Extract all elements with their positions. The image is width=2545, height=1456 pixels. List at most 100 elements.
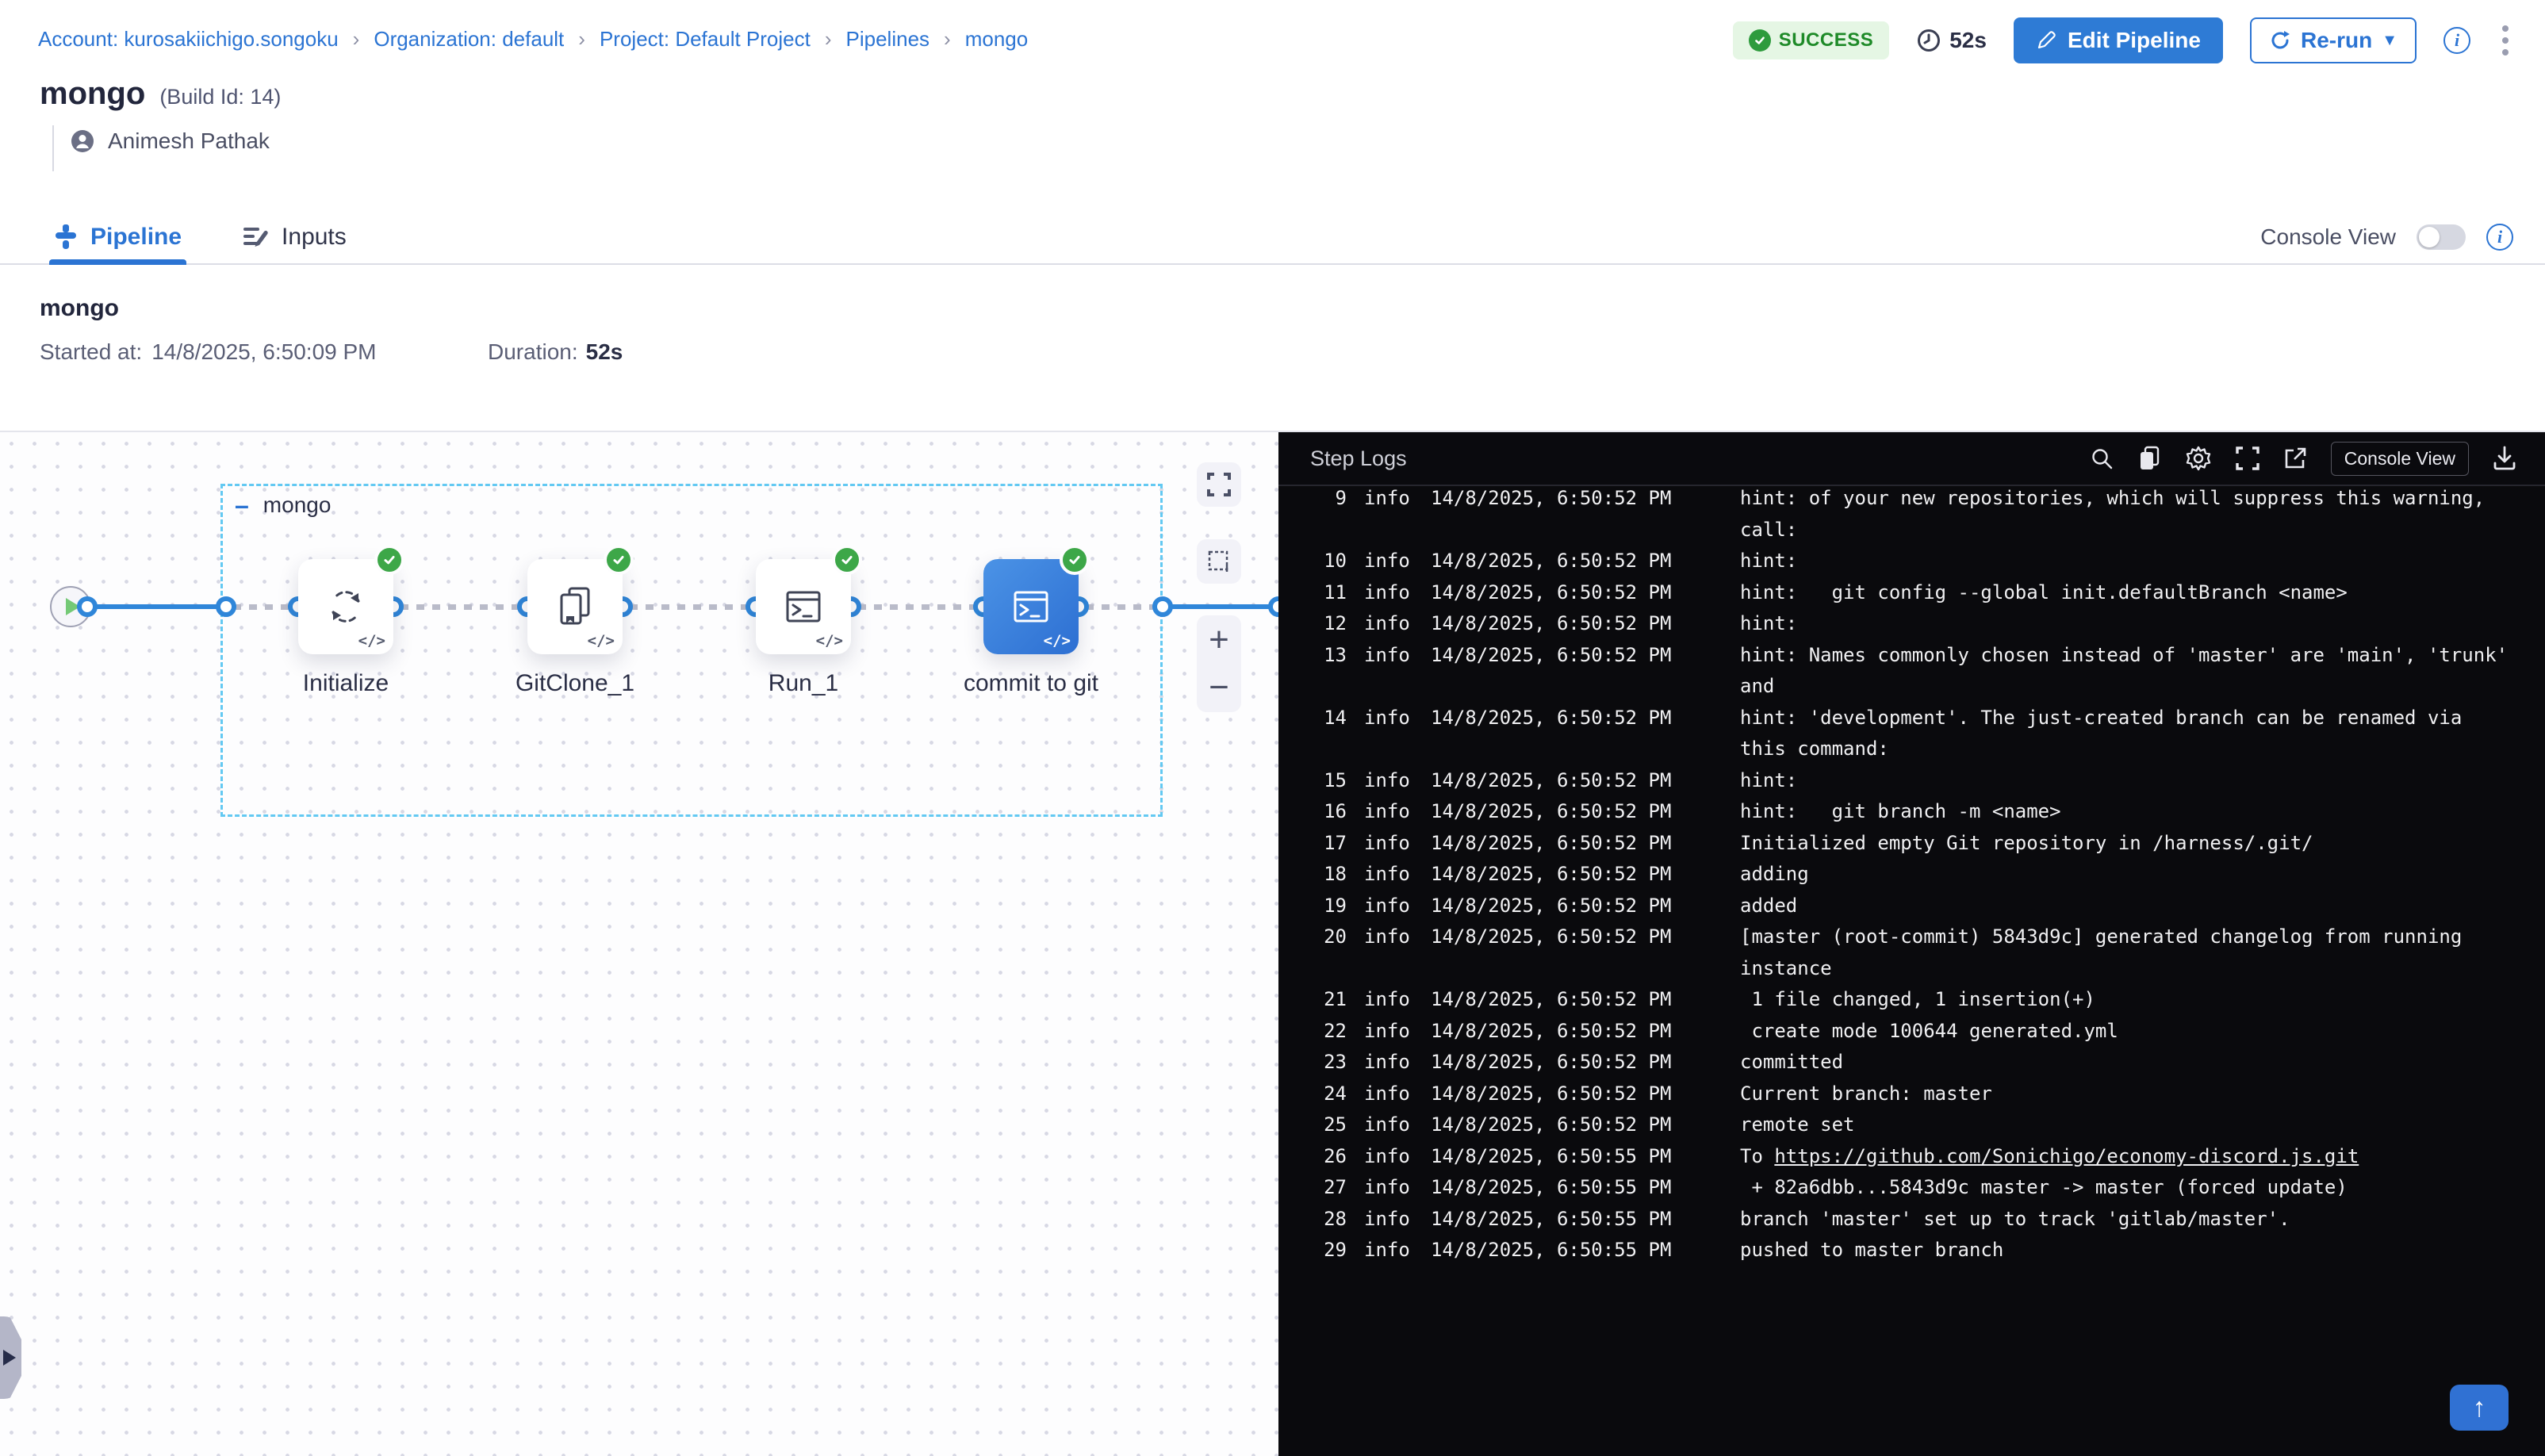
connector-line: [233, 604, 295, 610]
log-level: info: [1364, 796, 1413, 828]
page-header: Account: kurosakiichigo.songoku › Organi…: [0, 0, 2545, 210]
log-line-number: 16: [1315, 796, 1347, 828]
log-level: info: [1364, 577, 1413, 609]
breadcrumb-separator: ›: [944, 27, 951, 52]
zoom-out-button[interactable]: −: [1209, 676, 1229, 699]
log-message: hint: git branch -m <name>: [1724, 796, 2509, 828]
more-options-menu[interactable]: [2497, 21, 2513, 60]
log-message: 1 file changed, 1 insertion(+): [1724, 984, 2509, 1016]
tab-pipeline[interactable]: Pipeline: [49, 210, 186, 263]
log-row: 20 info 14/8/2025, 6:50:52 PM [master (r…: [1315, 921, 2545, 984]
download-logs-icon[interactable]: [2493, 446, 2516, 471]
connector-port[interactable]: [1268, 596, 1278, 617]
log-timestamp: 14/8/2025, 6:50:52 PM: [1431, 546, 1707, 577]
log-message: Current branch: master: [1724, 1079, 2509, 1110]
chevron-down-icon: ▼: [2382, 32, 2397, 50]
rerun-button[interactable]: Re-run ▼: [2250, 17, 2417, 63]
scroll-to-top-button[interactable]: ↑: [2450, 1385, 2509, 1431]
log-row: 26 info 14/8/2025, 6:50:55 PM To https:/…: [1315, 1141, 2545, 1173]
expand-logs-icon[interactable]: [2236, 446, 2259, 470]
connector-port[interactable]: [216, 596, 236, 617]
log-line-number: 27: [1315, 1172, 1347, 1204]
log-message: added: [1724, 891, 2509, 922]
tab-pipeline-label: Pipeline: [90, 224, 182, 251]
log-row: 17 info 14/8/2025, 6:50:52 PM Initialize…: [1315, 828, 2545, 860]
code-icon: </>: [358, 632, 385, 649]
log-row: 19 info 14/8/2025, 6:50:52 PM added: [1315, 891, 2545, 922]
console-view-info-icon[interactable]: i: [2486, 224, 2513, 251]
breadcrumb-organization[interactable]: Organization: default: [374, 27, 564, 52]
collapse-stage-icon[interactable]: –: [235, 497, 249, 513]
log-line-number: 19: [1315, 891, 1347, 922]
connector-port[interactable]: [77, 596, 98, 617]
started-at-label: Started at:: [40, 339, 142, 365]
stage-group-label[interactable]: – mongo: [235, 492, 331, 518]
zoom-in-button[interactable]: +: [1209, 628, 1229, 652]
log-row: 21 info 14/8/2025, 6:50:52 PM 1 file cha…: [1315, 984, 2545, 1016]
open-logs-external-icon[interactable]: [2283, 446, 2307, 470]
step-node-commit-to-git[interactable]: </>: [983, 559, 1079, 654]
connector-port[interactable]: [1152, 596, 1173, 617]
log-timestamp: 14/8/2025, 6:50:52 PM: [1431, 765, 1707, 797]
copy-logs-icon[interactable]: [2137, 446, 2161, 471]
expand-left-panel-handle[interactable]: [0, 1316, 21, 1399]
main-area: – mongo: [0, 431, 2545, 1454]
log-timestamp: 14/8/2025, 6:50:52 PM: [1431, 608, 1707, 640]
breadcrumb: Account: kurosakiichigo.songoku › Organi…: [38, 27, 1028, 52]
search-logs-icon[interactable]: [2090, 446, 2114, 470]
log-timestamp: 14/8/2025, 6:50:55 PM: [1431, 1235, 1707, 1266]
log-timestamp: 14/8/2025, 6:50:55 PM: [1431, 1204, 1707, 1236]
log-timestamp: 14/8/2025, 6:50:55 PM: [1431, 1141, 1707, 1173]
log-message: pushed to master branch: [1724, 1235, 2509, 1266]
log-line-number: 14: [1315, 703, 1347, 765]
run-info-icon[interactable]: i: [2443, 27, 2470, 54]
log-timestamp: 14/8/2025, 6:50:55 PM: [1431, 1172, 1707, 1204]
status-badge-label: SUCCESS: [1779, 29, 1874, 52]
code-icon: </>: [816, 632, 843, 649]
breadcrumb-current[interactable]: mongo: [965, 27, 1029, 52]
breadcrumb-separator: ›: [578, 27, 585, 52]
breadcrumb-pipelines[interactable]: Pipelines: [846, 27, 930, 52]
log-line-number: 22: [1315, 1016, 1347, 1048]
stage-name: mongo: [40, 295, 119, 322]
log-level: info: [1364, 488, 1413, 546]
author-name: Animesh Pathak: [108, 128, 270, 154]
console-view-button[interactable]: Console View: [2331, 442, 2469, 476]
log-level: info: [1364, 891, 1413, 922]
log-timestamp: 14/8/2025, 6:50:52 PM: [1431, 828, 1707, 860]
log-message: branch 'master' set up to track 'gitlab/…: [1724, 1204, 2509, 1236]
log-message: To https://github.com/Sonichigo/economy-…: [1724, 1141, 2509, 1173]
log-settings-icon[interactable]: [2185, 445, 2212, 472]
log-line-number: 10: [1315, 546, 1347, 577]
log-timestamp: 14/8/2025, 6:50:52 PM: [1431, 921, 1707, 984]
step-node-initialize[interactable]: </>: [298, 559, 393, 654]
log-row: 23 info 14/8/2025, 6:50:52 PM committed: [1315, 1047, 2545, 1079]
step-logs-panel: Step Logs Console View: [1278, 432, 2545, 1456]
multi-select-button[interactable]: [1197, 539, 1241, 584]
step-node-run[interactable]: </>: [756, 559, 851, 654]
log-level: info: [1364, 921, 1413, 984]
log-timestamp: 14/8/2025, 6:50:52 PM: [1431, 796, 1707, 828]
fullscreen-canvas-button[interactable]: [1197, 462, 1241, 507]
console-view-toggle[interactable]: [2417, 224, 2466, 250]
edit-pipeline-button[interactable]: Edit Pipeline: [2014, 17, 2223, 63]
step-label-commit-to-git: commit to git: [920, 670, 1142, 697]
step-node-gitclone[interactable]: </>: [527, 559, 623, 654]
breadcrumb-account[interactable]: Account: kurosakiichigo.songoku: [38, 27, 339, 52]
stage-summary: mongo Started at: 14/8/2025, 6:50:09 PM …: [0, 265, 2545, 431]
log-message: Initialized empty Git repository in /har…: [1724, 828, 2509, 860]
log-row: 28 info 14/8/2025, 6:50:55 PM branch 'ma…: [1315, 1204, 2545, 1236]
started-at-value: 14/8/2025, 6:50:09 PM: [151, 339, 376, 365]
edit-pipeline-label: Edit Pipeline: [2068, 28, 2201, 53]
tab-inputs[interactable]: Inputs: [237, 210, 351, 263]
step-label-gitclone: GitClone_1: [464, 670, 686, 697]
pipeline-canvas[interactable]: – mongo: [0, 432, 1278, 1456]
breadcrumb-project[interactable]: Project: Default Project: [600, 27, 811, 52]
log-list[interactable]: 9 info 14/8/2025, 6:50:52 PM hint: of yo…: [1278, 488, 2545, 1456]
log-row: 12 info 14/8/2025, 6:50:52 PM hint:: [1315, 608, 2545, 640]
log-link[interactable]: https://github.com/Sonichigo/economy-dis…: [1774, 1145, 2359, 1167]
log-message: hint:: [1724, 608, 2509, 640]
log-level: info: [1364, 765, 1413, 797]
log-row: 18 info 14/8/2025, 6:50:52 PM adding: [1315, 859, 2545, 891]
log-level: info: [1364, 703, 1413, 765]
